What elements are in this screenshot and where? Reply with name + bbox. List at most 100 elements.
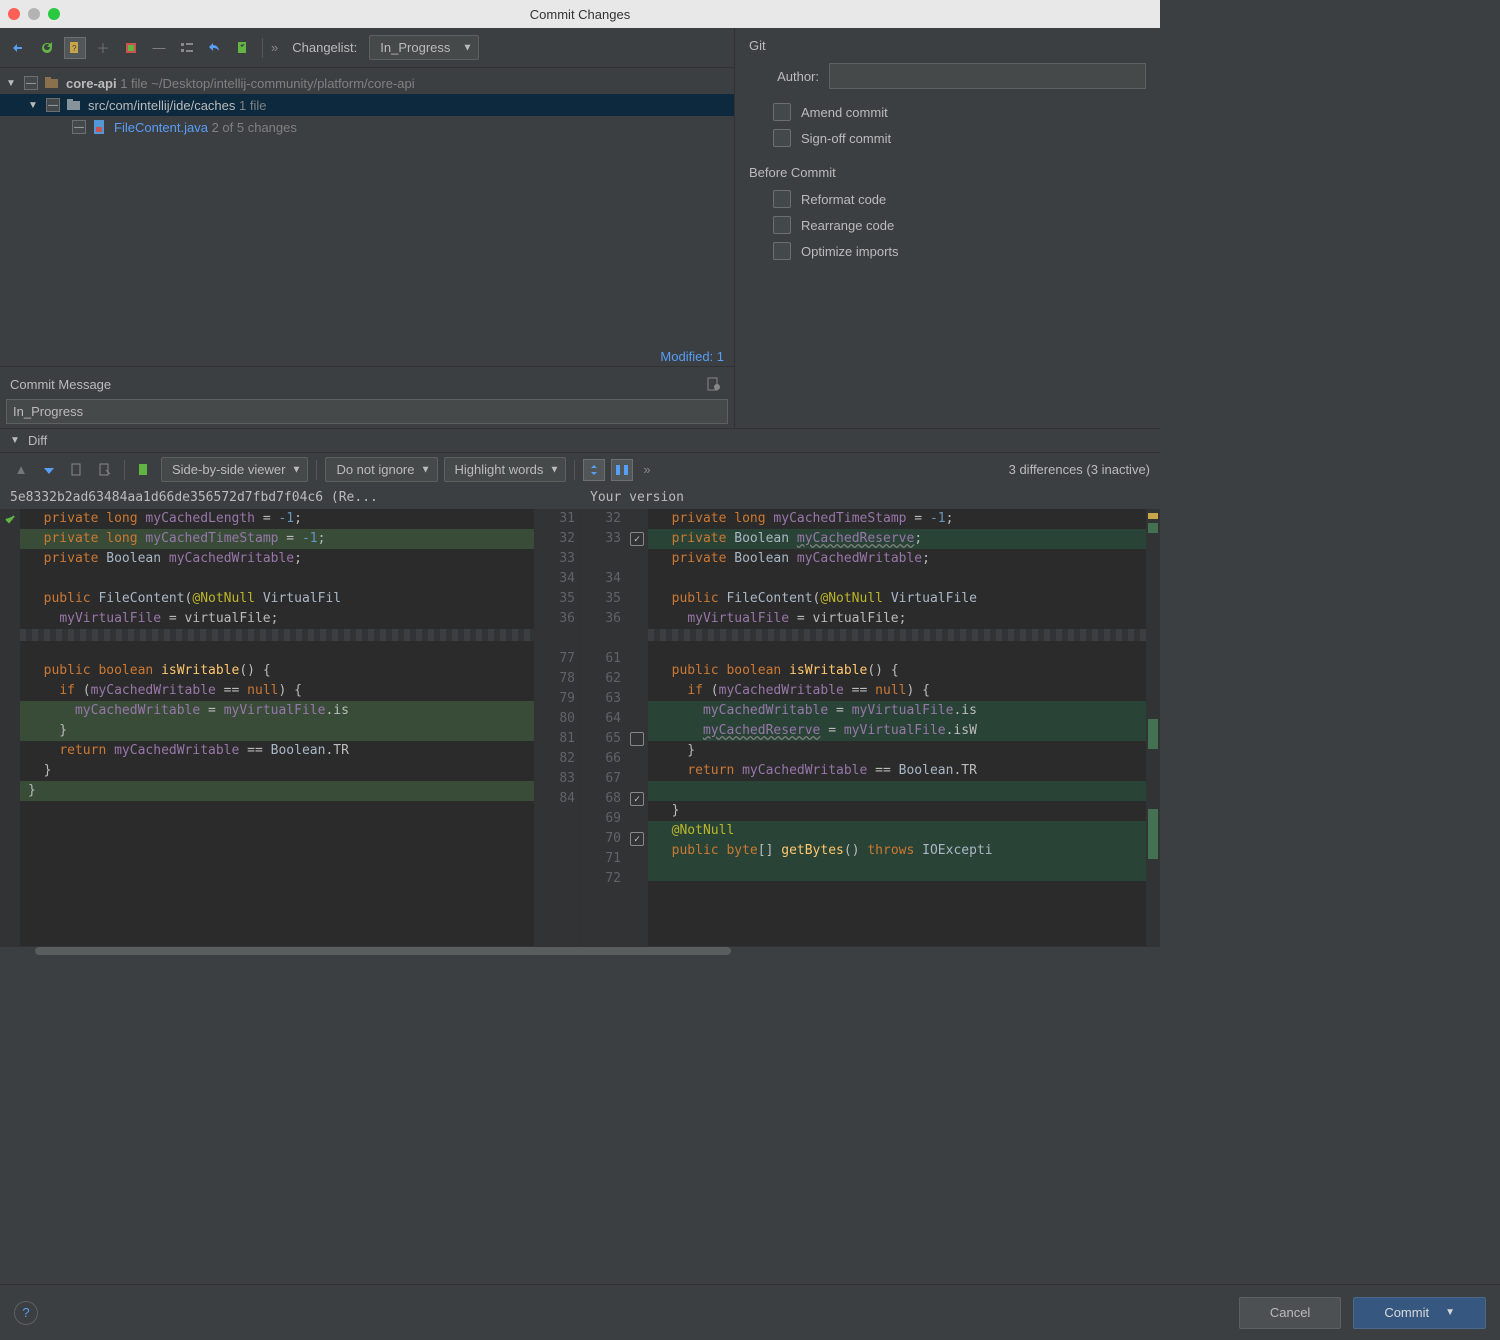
- tree-label: src/com/intellij/ide/caches 1 file: [88, 98, 266, 113]
- chevron-down-icon: ▼: [1445, 1307, 1455, 1318]
- main-area: ? ＋ — » Changelist: In_Progress ▼ ▼ — co…: [0, 28, 1160, 428]
- signoff-label: Sign-off commit: [801, 131, 891, 146]
- java-file-icon: [92, 119, 108, 135]
- diff-toolbar: ▲ Side-by-side viewer ▼ Do not ignore ▼ …: [0, 452, 1160, 486]
- author-input[interactable]: [829, 63, 1146, 89]
- diff-status: 3 differences (3 inactive): [1009, 462, 1150, 477]
- diff-right-header: Your version: [580, 486, 1160, 509]
- changelist-value: In_Progress: [380, 40, 450, 55]
- svg-text:?: ?: [72, 44, 77, 53]
- tree-checkbox[interactable]: —: [72, 120, 86, 134]
- commit-message-header: Commit Message: [0, 366, 734, 397]
- whitespace-dropdown[interactable]: Do not ignore ▼: [325, 457, 437, 482]
- help-button[interactable]: ?: [14, 1301, 38, 1325]
- undo-icon[interactable]: [204, 37, 226, 59]
- history-icon[interactable]: [702, 373, 724, 395]
- changelist-dropdown[interactable]: In_Progress ▼: [369, 35, 479, 60]
- expand-icon[interactable]: »: [271, 40, 278, 55]
- file-tree[interactable]: ▼ — core-api 1 file ~/Desktop/intellij-c…: [0, 68, 734, 345]
- diff-label: Diff: [28, 433, 47, 448]
- commit-message-input[interactable]: In_Progress: [6, 399, 728, 424]
- diff-left-header: 5e8332b2ad63484aa1d66de356572d7fbd7f04c6…: [0, 486, 580, 509]
- toolbar-separator: [262, 38, 263, 58]
- next-diff-icon[interactable]: [38, 459, 60, 481]
- viewer-mode-dropdown[interactable]: Side-by-side viewer ▼: [161, 457, 308, 482]
- titlebar: Commit Changes: [0, 0, 1160, 28]
- toolbar-separator: [574, 460, 575, 480]
- diff-right-column: Your version 323334353661626364656667686…: [580, 486, 1160, 946]
- changelist-icon[interactable]: ?: [64, 37, 86, 59]
- window-title: Commit Changes: [0, 7, 1160, 22]
- analyze-icon[interactable]: [232, 37, 254, 59]
- diff-left-column: 5e8332b2ad63484aa1d66de356572d7fbd7f04c6…: [0, 486, 580, 946]
- highlight-dropdown[interactable]: Highlight words ▼: [444, 457, 567, 482]
- refresh-icon[interactable]: [36, 37, 58, 59]
- cancel-label: Cancel: [1270, 1305, 1310, 1320]
- tree-file-row[interactable]: — FileContent.java 2 of 5 changes: [0, 116, 734, 138]
- diff-section-header: ▼ Diff: [0, 428, 1160, 452]
- diff-right-markers[interactable]: ✓✓✓: [626, 509, 648, 946]
- rollback-icon[interactable]: [120, 37, 142, 59]
- tree-folder-row[interactable]: ▼ — src/com/intellij/ide/caches 1 file: [0, 94, 734, 116]
- scrollbar-thumb[interactable]: [35, 947, 731, 955]
- optimize-checkbox[interactable]: [773, 242, 791, 260]
- commit-button[interactable]: Commit ▼: [1353, 1297, 1486, 1329]
- sync-scroll-icon[interactable]: [611, 459, 633, 481]
- amend-label: Amend commit: [801, 105, 888, 120]
- group-icon[interactable]: [176, 37, 198, 59]
- chevron-down-icon: ▼: [549, 464, 559, 475]
- rearrange-checkbox[interactable]: [773, 216, 791, 234]
- highlight-value: Highlight words: [455, 462, 544, 477]
- reformat-label: Reformat code: [801, 192, 886, 207]
- chevron-down-icon: ▼: [462, 42, 472, 53]
- right-pane: Git Author: Amend commit Sign-off commit…: [735, 28, 1160, 428]
- expand-icon[interactable]: »: [643, 462, 650, 477]
- signoff-checkbox[interactable]: [773, 129, 791, 147]
- show-diff-icon[interactable]: [8, 37, 30, 59]
- bottom-bar: ? Cancel Commit ▼: [0, 1284, 1500, 1340]
- tree-label: core-api 1 file ~/Desktop/intellij-commu…: [66, 76, 415, 91]
- tree-checkbox[interactable]: —: [24, 76, 38, 90]
- horizontal-scrollbar[interactable]: [0, 946, 1160, 954]
- changes-toolbar: ? ＋ — » Changelist: In_Progress ▼: [0, 28, 734, 68]
- module-icon: [44, 75, 60, 91]
- diff-overview-ruler[interactable]: [1146, 509, 1160, 946]
- tree-module-row[interactable]: ▼ — core-api 1 file ~/Desktop/intellij-c…: [0, 72, 734, 94]
- optimize-label: Optimize imports: [801, 244, 899, 259]
- tree-arrow-icon[interactable]: ▼: [10, 435, 22, 446]
- diff-body: 5e8332b2ad63484aa1d66de356572d7fbd7f04c6…: [0, 486, 1160, 946]
- chevron-down-icon: ▼: [292, 464, 302, 475]
- modified-count: Modified: 1: [0, 345, 734, 366]
- tree-arrow-icon[interactable]: ▼: [6, 78, 18, 89]
- diff-left-margin: [0, 509, 20, 946]
- tree-label: FileContent.java 2 of 5 changes: [114, 120, 297, 135]
- author-label: Author:: [749, 69, 819, 84]
- git-section-header: Git: [749, 38, 1146, 53]
- commit-message-label: Commit Message: [10, 377, 111, 392]
- whitespace-value: Do not ignore: [336, 462, 414, 477]
- diff-right-gutter: 3233343536616263646566676869707172: [580, 509, 626, 946]
- changelist-label: Changelist:: [292, 40, 357, 55]
- tree-checkbox[interactable]: —: [46, 98, 60, 112]
- toolbar-separator: [316, 460, 317, 480]
- cancel-button[interactable]: Cancel: [1239, 1297, 1341, 1329]
- folder-icon: [66, 97, 82, 113]
- reformat-checkbox[interactable]: [773, 190, 791, 208]
- toolbar-separator: [124, 460, 125, 480]
- jump-to-source-icon[interactable]: [66, 459, 88, 481]
- diff-right-code[interactable]: private long myCachedTimeStamp = -1; pri…: [648, 509, 1146, 946]
- before-commit-header: Before Commit: [749, 165, 1146, 180]
- amend-checkbox[interactable]: [773, 103, 791, 121]
- remove-icon[interactable]: —: [148, 37, 170, 59]
- diff-left-gutter: 3132333435367778798081828384: [534, 509, 580, 946]
- diff-left-code[interactable]: private long myCachedLength = -1; privat…: [20, 509, 534, 946]
- open-in-editor-icon[interactable]: [94, 459, 116, 481]
- commit-label: Commit: [1384, 1305, 1429, 1320]
- collapse-unchanged-icon[interactable]: [583, 459, 605, 481]
- left-pane: ? ＋ — » Changelist: In_Progress ▼ ▼ — co…: [0, 28, 735, 428]
- add-icon[interactable]: ＋: [92, 37, 114, 59]
- tree-arrow-icon[interactable]: ▼: [28, 100, 40, 111]
- prev-diff-icon[interactable]: ▲: [10, 459, 32, 481]
- rearrange-label: Rearrange code: [801, 218, 894, 233]
- analyze-diff-icon[interactable]: [133, 459, 155, 481]
